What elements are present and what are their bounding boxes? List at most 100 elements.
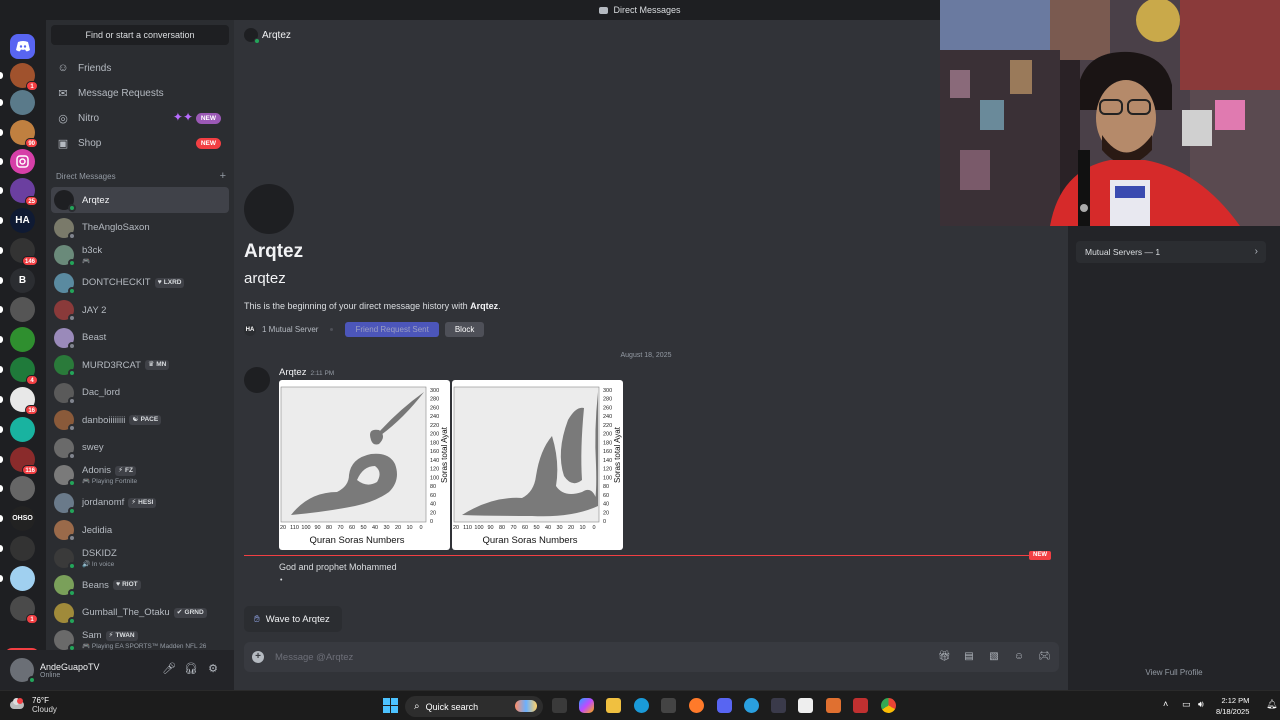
shop-icon: ▣: [57, 137, 69, 150]
dm-item[interactable]: MURD3RCAT ♛ MN: [51, 352, 229, 378]
wave-button[interactable]: ✋︎ Wave to Arqtez: [244, 606, 342, 632]
dm-item[interactable]: danboiiiiiiii ☯ PACE: [51, 407, 229, 433]
task-view-icon[interactable]: [552, 698, 567, 713]
mutual-server-icon[interactable]: HA: [244, 323, 256, 336]
discord-taskbar-icon[interactable]: [717, 698, 732, 713]
dm-item[interactable]: b3ck 🎮: [51, 242, 229, 268]
server-icon[interactable]: HA: [0, 208, 35, 233]
server-icon[interactable]: [10, 34, 35, 59]
image-attachment-1[interactable]: 20 110 100 90 80 70 60 50 40 30 20 10 0 300 280 260 240 2…: [279, 380, 450, 550]
x-tick-label: 20: [453, 525, 459, 531]
file-explorer-icon[interactable]: [606, 698, 621, 713]
dm-item[interactable]: Dac_lord: [51, 380, 229, 406]
dm-item[interactable]: Beans ♥ RIOT: [51, 572, 229, 598]
gift-icon[interactable]: 🎁︎: [938, 651, 951, 663]
gif-icon[interactable]: ▤: [963, 651, 975, 663]
network-icon[interactable]: ▭: [1182, 699, 1191, 710]
dm-item[interactable]: Gumball_The_Otaku ✔ GRND: [51, 600, 229, 626]
app-icon-4[interactable]: [853, 698, 868, 713]
message-input[interactable]: [275, 651, 875, 663]
view-full-profile-link[interactable]: View Full Profile: [1068, 668, 1280, 677]
nav-item-shop[interactable]: ▣ Shop NEW: [51, 132, 229, 154]
mutual-servers-row[interactable]: Mutual Servers — 1 ›: [1076, 241, 1266, 263]
x-tick-label: 60: [522, 525, 528, 531]
server-icon[interactable]: 25: [0, 178, 38, 206]
notification-bell-icon[interactable]: 🔔︎: [1266, 699, 1277, 710]
app-icon-2[interactable]: [798, 698, 813, 713]
dm-item[interactable]: TheAngloSaxon: [51, 215, 229, 241]
copilot-icon[interactable]: [579, 698, 594, 713]
dm-text: Sam ⚡ TWAN 🎮 Playing EA SPORTS™ Madden NFL …: [82, 630, 206, 650]
server-icon[interactable]: [0, 536, 35, 561]
dm-item[interactable]: jordanomf ⚡ HESI: [51, 490, 229, 516]
clan-tag-icon: ⚡: [118, 466, 123, 474]
server-icon[interactable]: OHSO: [0, 506, 35, 531]
create-dm-icon[interactable]: +: [220, 171, 226, 182]
chrome-icon[interactable]: [881, 698, 896, 713]
emoji-icon[interactable]: ☺: [1013, 651, 1025, 663]
nav-item-nitro[interactable]: ◎ Nitro NEW ✦✦: [51, 107, 229, 129]
server-icon[interactable]: 1: [10, 596, 38, 624]
x-axis-label: Quran Soras Numbers: [309, 535, 404, 546]
avatar: [54, 465, 76, 487]
image-attachment-2[interactable]: 20 110 100 90 80 70 60 50 40 30 20 10 0 300 280 260 240 2…: [452, 380, 623, 550]
server-icon[interactable]: [0, 476, 35, 501]
firefox-icon[interactable]: [689, 698, 704, 713]
dm-item[interactable]: JAY 2: [51, 297, 229, 323]
server-icon[interactable]: 146: [0, 238, 38, 266]
server-icon[interactable]: 116: [0, 447, 38, 475]
x-tick-label: 20: [568, 525, 574, 531]
server-icon[interactable]: [0, 297, 35, 322]
server-icon[interactable]: [0, 566, 35, 591]
server-icon[interactable]: [0, 417, 35, 442]
activities-icon[interactable]: 🎮︎: [1038, 651, 1051, 663]
edge-icon[interactable]: [634, 698, 649, 713]
taskbar-search[interactable]: ⌕ Quick search: [405, 696, 543, 717]
dm-item[interactable]: Jedidia: [51, 517, 229, 543]
nav-item-friends[interactable]: ☺ Friends: [51, 57, 229, 79]
discord-icon: [15, 41, 30, 52]
friend-request-sent-button[interactable]: Friend Request Sent: [345, 322, 439, 337]
weather-widget[interactable]: 76°F Cloudy: [10, 696, 57, 714]
dm-item[interactable]: Sam ⚡ TWAN 🎮 Playing EA SPORTS™ Madden NFL …: [51, 627, 229, 650]
store-icon[interactable]: [661, 698, 676, 713]
mutual-server-link[interactable]: 1 Mutual Server: [262, 325, 318, 334]
server-icon[interactable]: 90: [0, 120, 38, 148]
nav-item-message-requests[interactable]: ✉ Message Requests: [51, 82, 229, 104]
server-icon[interactable]: [0, 149, 35, 174]
message-avatar[interactable]: [244, 367, 270, 393]
tray-chevron-icon[interactable]: ˄: [1163, 699, 1168, 709]
server-icon[interactable]: [0, 327, 35, 352]
headphones-icon[interactable]: 🎧︎: [184, 662, 198, 676]
server-icon[interactable]: 16: [0, 387, 38, 415]
dm-item[interactable]: DONTCHECKIT ♥ LXRD: [51, 270, 229, 296]
microphone-icon[interactable]: 🎤︎: [162, 662, 176, 676]
dm-item[interactable]: Beast: [51, 325, 229, 351]
dm-item[interactable]: DSKIDZ 🔊 In voice: [51, 545, 229, 571]
server-icon[interactable]: 1: [0, 63, 38, 91]
message-requests-icon: ✉: [58, 87, 68, 100]
avatar[interactable]: [10, 658, 36, 684]
dm-name-row: b3ck: [82, 245, 102, 256]
server-icon[interactable]: [0, 90, 35, 115]
volume-icon[interactable]: 🔊︎: [1198, 699, 1204, 710]
server-icon[interactable]: B: [0, 268, 35, 293]
header-avatar[interactable]: [244, 28, 260, 44]
add-attachment-icon[interactable]: +: [252, 651, 264, 663]
app-icon-1[interactable]: [771, 698, 786, 713]
find-conversation-button[interactable]: Find or start a conversation: [51, 25, 229, 45]
windows-start-icon[interactable]: [383, 698, 398, 713]
taskbar-clock[interactable]: 2:12 PM 8/18/2025: [1216, 695, 1249, 717]
message-author[interactable]: Arqtez: [279, 367, 306, 378]
telegram-icon[interactable]: [744, 698, 759, 713]
server-icon[interactable]: 4: [0, 357, 38, 385]
dm-item[interactable]: Adonis ⚡ FZ 🎮 Playing Fortnite: [51, 462, 229, 488]
app-icon-3[interactable]: [826, 698, 841, 713]
dm-item[interactable]: swey: [51, 435, 229, 461]
profile-avatar-large[interactable]: [244, 184, 294, 234]
settings-gear-icon[interactable]: ⚙: [206, 662, 220, 676]
x-tick-label: 100: [301, 525, 310, 531]
block-button[interactable]: Block: [444, 322, 485, 337]
dm-item[interactable]: Arqtez: [51, 187, 229, 213]
sticker-icon[interactable]: ▧: [988, 651, 1000, 663]
